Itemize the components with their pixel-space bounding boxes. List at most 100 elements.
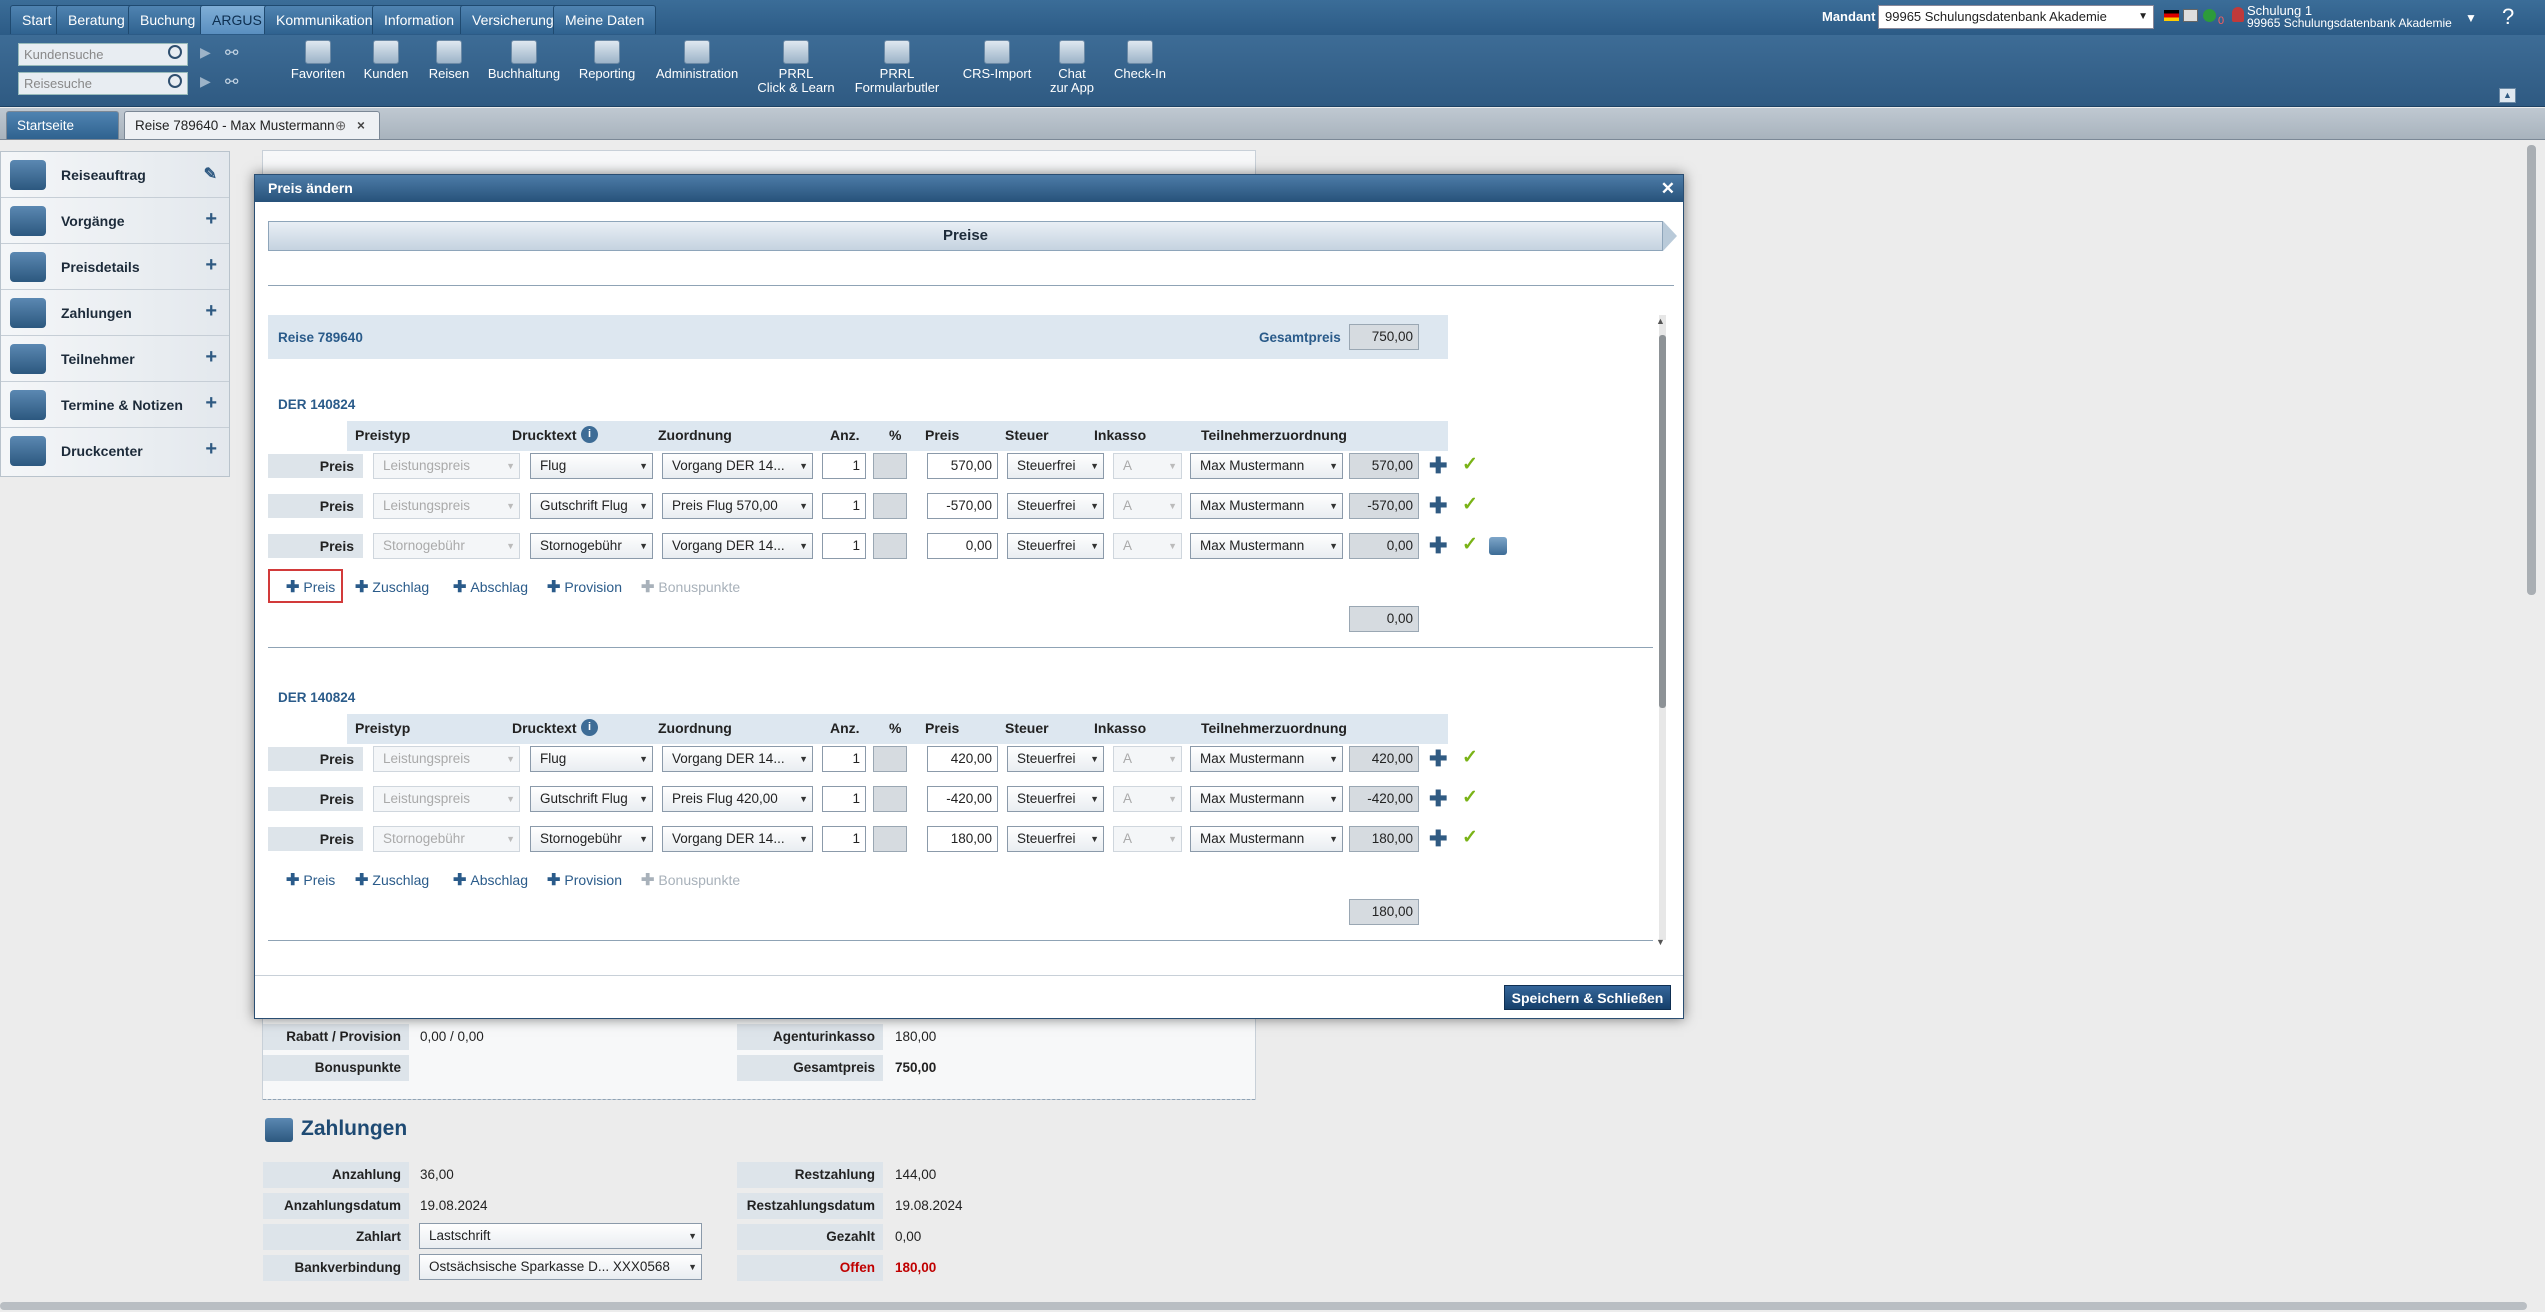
plus-icon[interactable]: + [205, 300, 217, 323]
preis-input[interactable]: -420,00 [927, 786, 998, 812]
trip-search-input[interactable]: Reisesuche [18, 72, 188, 95]
toolbar-kunden-button[interactable]: Kunden [360, 40, 412, 81]
toolbar-reporting-button[interactable]: Reporting [574, 40, 640, 81]
checkmark-icon[interactable]: ✓ [1462, 493, 1478, 516]
bankverbindung-select[interactable]: Ostsächsische Sparkasse D... XXX0568 ▼ [419, 1254, 702, 1280]
anzahl-input[interactable]: 1 [822, 746, 866, 772]
preis-input[interactable]: 180,00 [927, 826, 998, 852]
zuordnung-select[interactable]: Vorgang DER 14... ▼ [662, 453, 813, 479]
nav-tab-argus[interactable]: ARGUS [200, 5, 274, 34]
add-provision-link[interactable]: ✚ Provision [547, 870, 622, 890]
toolbar-check-in-button[interactable]: Check-In [1110, 40, 1170, 81]
add-abschlag-link[interactable]: ✚ Abschlag [453, 870, 528, 890]
toolbar-favoriten-button[interactable]: Favoriten [290, 40, 346, 81]
search-icon[interactable] [168, 45, 182, 59]
drucktext-select[interactable]: Flug ▼ [530, 746, 653, 772]
zuordnung-select[interactable]: Preis Flug 420,00 ▼ [662, 786, 813, 812]
nav-tab-buchung[interactable]: Buchung [128, 5, 208, 34]
info-icon[interactable]: i [581, 426, 598, 443]
user-menu-chevron-icon[interactable]: ▼ [2465, 11, 2477, 25]
toolbar-buchhaltung-button[interactable]: Buchhaltung [484, 40, 564, 81]
steuer-select[interactable]: Steuerfrei ▼ [1007, 453, 1104, 479]
steuer-select[interactable]: Steuerfrei ▼ [1007, 533, 1104, 559]
teilnehmer-select[interactable]: Max Mustermann ▼ [1190, 826, 1343, 852]
zuordnung-select[interactable]: Vorgang DER 14... ▼ [662, 533, 813, 559]
drucktext-select[interactable]: Flug ▼ [530, 453, 653, 479]
play-icon[interactable]: ▶ [200, 44, 211, 61]
add-row-icon[interactable]: ✚ [1429, 495, 1447, 517]
plus-icon[interactable]: + [205, 254, 217, 277]
toolbar-prrl-formularbutler-button[interactable]: PRRL Formularbutler [850, 40, 944, 95]
zuordnung-select[interactable]: Vorgang DER 14... ▼ [662, 826, 813, 852]
zuordnung-select[interactable]: Vorgang DER 14... ▼ [662, 746, 813, 772]
teilnehmer-select[interactable]: Max Mustermann ▼ [1190, 453, 1343, 479]
add-row-icon[interactable]: ✚ [1429, 748, 1447, 770]
sidebar-item-termine-notizen[interactable]: Termine & Notizen + [1, 382, 229, 428]
play-icon[interactable]: ▶ [200, 73, 211, 90]
sidebar-item-reiseauftrag[interactable]: Reiseauftrag ✎ [1, 152, 229, 198]
help-icon[interactable]: ? [2502, 4, 2514, 30]
toolbar-crs-import-button[interactable]: CRS-Import [960, 40, 1034, 81]
checkmark-icon[interactable]: ✓ [1462, 453, 1478, 476]
close-icon[interactable]: × [357, 112, 365, 140]
page-horizontal-scrollbar[interactable] [0, 1302, 2527, 1310]
checkmark-icon[interactable]: ✓ [1462, 533, 1478, 556]
anzahl-input[interactable]: 1 [822, 453, 866, 479]
plus-icon[interactable]: + [205, 392, 217, 415]
binoculars-icon[interactable]: ⚯ [225, 72, 238, 92]
sidebar-item-vorgaenge[interactable]: Vorgänge + [1, 198, 229, 244]
plus-icon[interactable]: + [205, 208, 217, 231]
status-icon[interactable] [2203, 9, 2216, 22]
binoculars-icon[interactable]: ⚯ [225, 43, 238, 63]
scroll-down-icon[interactable]: ▼ [1656, 937, 1665, 947]
nav-tab-versicherung[interactable]: Versicherung [460, 5, 566, 34]
teilnehmer-select[interactable]: Max Mustermann ▼ [1190, 533, 1343, 559]
add-preis-link[interactable]: ✚ Preis [286, 870, 335, 890]
german-flag-icon[interactable] [2164, 10, 2179, 21]
info-icon[interactable]: i [581, 719, 598, 736]
add-preis-link[interactable]: ✚ Preis [286, 577, 335, 597]
mandant-select[interactable]: 99965 Schulungsdatenbank Akademie ▼ [1878, 5, 2154, 29]
add-row-icon[interactable]: ✚ [1429, 828, 1447, 850]
teilnehmer-select[interactable]: Max Mustermann ▼ [1190, 493, 1343, 519]
add-abschlag-link[interactable]: ✚ Abschlag [453, 577, 528, 597]
sidebar-item-preisdetails[interactable]: Preisdetails + [1, 244, 229, 290]
page-scrollbar[interactable] [2527, 145, 2536, 595]
checkmark-icon[interactable]: ✓ [1462, 746, 1478, 769]
plus-icon[interactable]: + [205, 438, 217, 461]
steuer-select[interactable]: Steuerfrei ▼ [1007, 493, 1104, 519]
sidebar-item-druckcenter[interactable]: Druckcenter + [1, 428, 229, 474]
collapse-toolbar-icon[interactable]: ▲ [2499, 88, 2516, 103]
toolbar-chat-button[interactable]: Chat zur App [1047, 40, 1097, 95]
toolbar-administration-button[interactable]: Administration [651, 40, 743, 81]
tab-reise-789640[interactable]: Reise 789640 - Max Mustermann ⊕ × [124, 111, 380, 139]
toolbar-prrl-click-learn-button[interactable]: PRRL Click & Learn [749, 40, 843, 95]
anzahl-input[interactable]: 1 [822, 493, 866, 519]
steuer-select[interactable]: Steuerfrei ▼ [1007, 786, 1104, 812]
toolbar-reisen-button[interactable]: Reisen [424, 40, 474, 81]
anzahl-input[interactable]: 1 [822, 826, 866, 852]
anzahl-input[interactable]: 1 [822, 533, 866, 559]
zahlart-select[interactable]: Lastschrift ▼ [419, 1223, 702, 1249]
save-close-button[interactable]: Speichern & Schließen [1504, 985, 1671, 1010]
dialog-scrollbar-thumb[interactable] [1659, 335, 1666, 708]
steuer-select[interactable]: Steuerfrei ▼ [1007, 746, 1104, 772]
nav-tab-kommunikation[interactable]: Kommunikation [264, 5, 385, 34]
sidebar-item-teilnehmer[interactable]: Teilnehmer + [1, 336, 229, 382]
teilnehmer-select[interactable]: Max Mustermann ▼ [1190, 786, 1343, 812]
scroll-up-icon[interactable]: ▲ [1656, 316, 1665, 326]
checkmark-icon[interactable]: ✓ [1462, 786, 1478, 809]
user-block[interactable]: Schulung 1 99965 Schulungsdatenbank Akad… [2247, 4, 2452, 30]
nav-tab-information[interactable]: Information [372, 5, 467, 34]
drucktext-select[interactable]: Stornogebühr ▼ [530, 826, 653, 852]
customer-search-input[interactable]: Kundensuche [18, 43, 188, 66]
steuer-select[interactable]: Steuerfrei ▼ [1007, 826, 1104, 852]
delete-stack-icon[interactable] [1489, 537, 1507, 555]
anzahl-input[interactable]: 1 [822, 786, 866, 812]
add-zuschlag-link[interactable]: ✚ Zuschlag [355, 577, 429, 597]
close-icon[interactable]: ✕ [1661, 175, 1675, 202]
keyboard-icon[interactable] [2183, 9, 2198, 22]
teilnehmer-select[interactable]: Max Mustermann ▼ [1190, 746, 1343, 772]
preis-input[interactable]: 420,00 [927, 746, 998, 772]
search-icon[interactable] [168, 74, 182, 88]
